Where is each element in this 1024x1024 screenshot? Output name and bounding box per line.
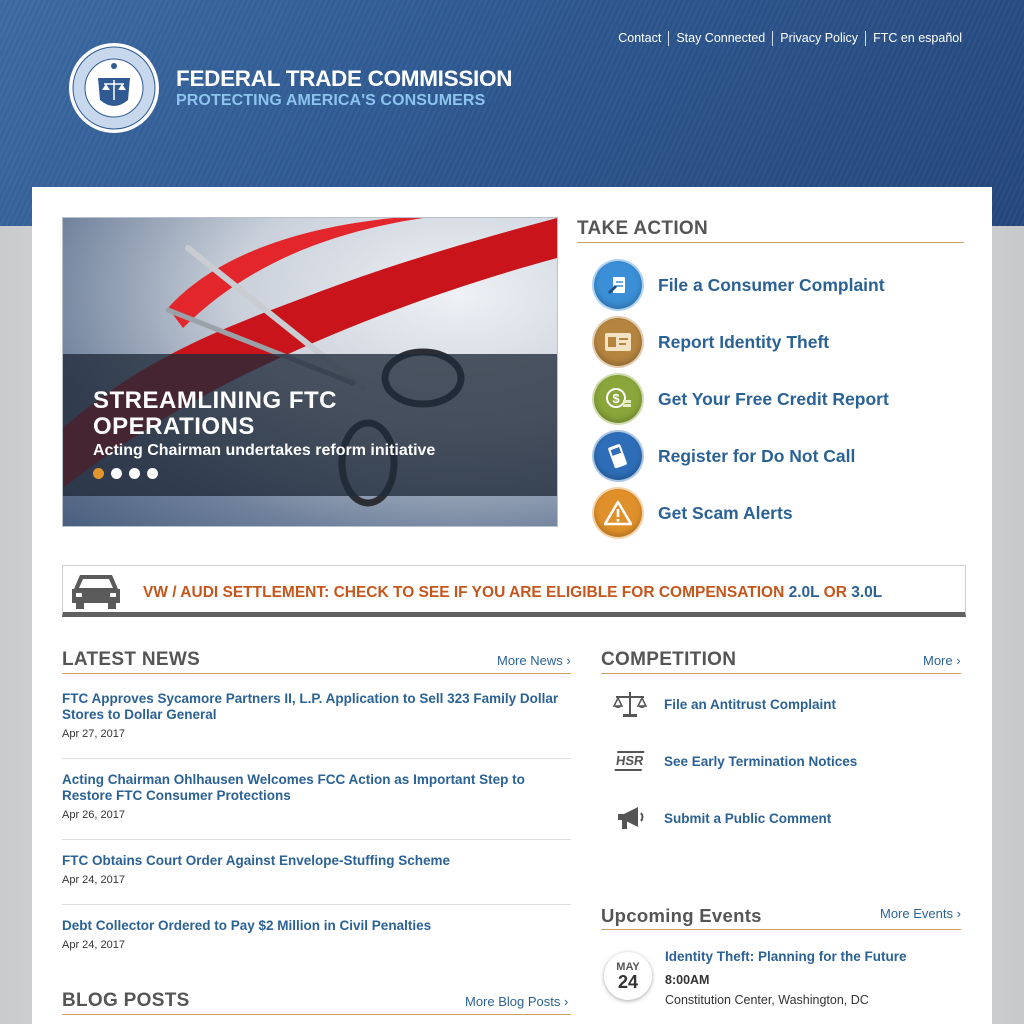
money-icon: $	[592, 373, 644, 425]
antitrust-complaint-label: File an Antitrust Complaint	[664, 696, 836, 712]
news-date: Apr 26, 2017	[62, 809, 125, 821]
news-date: Apr 24, 2017	[62, 939, 125, 951]
early-termination-label: See Early Termination Notices	[664, 753, 858, 769]
hero-caption: STREAMLINING FTC OPERATIONS Acting Chair…	[63, 354, 557, 496]
contact-link[interactable]: Contact	[611, 31, 670, 46]
public-comment-link[interactable]: Submit a Public Comment	[610, 804, 831, 832]
more-news-link[interactable]: More News ›	[497, 653, 571, 668]
utility-nav: Contact Stay Connected Privacy Policy FT…	[611, 31, 962, 46]
brand: FEDERAL TRADE COMMISSION PROTECTING AMER…	[176, 66, 512, 110]
news-item: FTC Obtains Court Order Against Envelope…	[62, 853, 571, 905]
ftc-seal-logo[interactable]	[68, 42, 160, 134]
competition-heading: COMPETITION	[601, 649, 961, 674]
vw-alert-or: OR	[823, 584, 847, 601]
free-credit-report-link[interactable]: $ Get Your Free Credit Report	[592, 373, 889, 425]
take-action-heading: TAKE ACTION	[577, 218, 964, 243]
scales-icon	[610, 690, 650, 718]
scam-alerts-link[interactable]: Get Scam Alerts	[592, 487, 793, 539]
more-competition-link[interactable]: More ›	[923, 653, 961, 668]
vw-2-0l-link[interactable]: 2.0L	[789, 584, 820, 601]
file-complaint-label: File a Consumer Complaint	[658, 274, 885, 295]
report-identity-theft-link[interactable]: Report Identity Theft	[592, 316, 829, 368]
agency-tagline: PROTECTING AMERICA'S CONSUMERS	[176, 92, 486, 109]
file-complaint-link[interactable]: File a Consumer Complaint	[592, 259, 885, 311]
event-item: Identity Theft: Planning for the Future …	[665, 949, 906, 1007]
report-identity-theft-label: Report Identity Theft	[658, 331, 830, 352]
ftc-espanol-link[interactable]: FTC en español	[866, 31, 962, 46]
warning-icon	[592, 487, 644, 539]
main-content: STREAMLINING FTC OPERATIONS Acting Chair…	[32, 187, 992, 1024]
carousel-dots	[93, 468, 158, 479]
event-title[interactable]: Identity Theft: Planning for the Future	[665, 949, 906, 964]
free-credit-report-label: Get Your Free Credit Report	[658, 388, 889, 409]
agency-name: FEDERAL TRADE COMMISSION	[176, 66, 513, 91]
carousel-dot-4[interactable]	[147, 468, 158, 479]
vw-alert-message: VW / AUDI SETTLEMENT: CHECK TO SEE IF YO…	[143, 584, 785, 601]
stay-connected-link[interactable]: Stay Connected	[669, 31, 774, 46]
id-card-icon	[592, 316, 644, 368]
carousel-dot-3[interactable]	[129, 468, 140, 479]
do-not-call-label: Register for Do Not Call	[658, 445, 856, 466]
news-item: FTC Approves Sycamore Partners II, L.P. …	[62, 691, 571, 759]
hero-subtitle: Acting Chairman undertakes reform initia…	[93, 442, 436, 459]
event-location: Constitution Center, Washington, DC	[665, 993, 869, 1007]
event-time: 8:00AM	[665, 973, 710, 987]
news-title[interactable]: FTC Approves Sycamore Partners II, L.P. …	[62, 691, 571, 723]
public-comment-label: Submit a Public Comment	[664, 810, 832, 826]
carousel-dot-1[interactable]	[93, 468, 104, 479]
news-title[interactable]: FTC Obtains Court Order Against Envelope…	[62, 853, 571, 869]
latest-news-heading: LATEST NEWS	[62, 649, 571, 674]
news-date: Apr 27, 2017	[62, 728, 125, 740]
antitrust-complaint-link[interactable]: File an Antitrust Complaint	[610, 690, 836, 718]
news-item: Acting Chairman Ohlhausen Welcomes FCC A…	[62, 772, 571, 840]
hero-carousel[interactable]: STREAMLINING FTC OPERATIONS Acting Chair…	[62, 217, 558, 527]
news-title[interactable]: Debt Collector Ordered to Pay $2 Million…	[62, 918, 571, 934]
scam-alerts-label: Get Scam Alerts	[658, 502, 793, 523]
event-date-badge: MAY 24	[604, 952, 652, 1000]
megaphone-icon	[610, 804, 650, 832]
news-item: Debt Collector Ordered to Pay $2 Million…	[62, 918, 571, 969]
hsr-icon: HSR	[610, 747, 650, 775]
vw-alert-text: VW / AUDI SETTLEMENT: CHECK TO SEE IF YO…	[143, 584, 882, 602]
event-day: 24	[617, 972, 639, 992]
news-title[interactable]: Acting Chairman Ohlhausen Welcomes FCC A…	[62, 772, 571, 804]
vw-settlement-alert[interactable]: VW / AUDI SETTLEMENT: CHECK TO SEE IF YO…	[62, 565, 966, 617]
hero-title[interactable]: STREAMLINING FTC OPERATIONS	[93, 388, 393, 440]
vw-3-0l-link[interactable]: 3.0L	[851, 584, 882, 601]
hsr-icon-text: HSR	[614, 751, 646, 771]
car-icon	[72, 575, 120, 609]
carousel-dot-2[interactable]	[111, 468, 122, 479]
do-not-call-link[interactable]: Register for Do Not Call	[592, 430, 855, 482]
phone-icon	[592, 430, 644, 482]
more-events-link[interactable]: More Events ›	[880, 906, 961, 921]
more-blog-posts-link[interactable]: More Blog Posts ›	[465, 994, 568, 1009]
svg-text:$: $	[612, 391, 620, 406]
complaint-icon	[592, 259, 644, 311]
early-termination-link[interactable]: HSR See Early Termination Notices	[610, 747, 857, 775]
privacy-policy-link[interactable]: Privacy Policy	[773, 31, 867, 46]
news-date: Apr 24, 2017	[62, 874, 125, 886]
